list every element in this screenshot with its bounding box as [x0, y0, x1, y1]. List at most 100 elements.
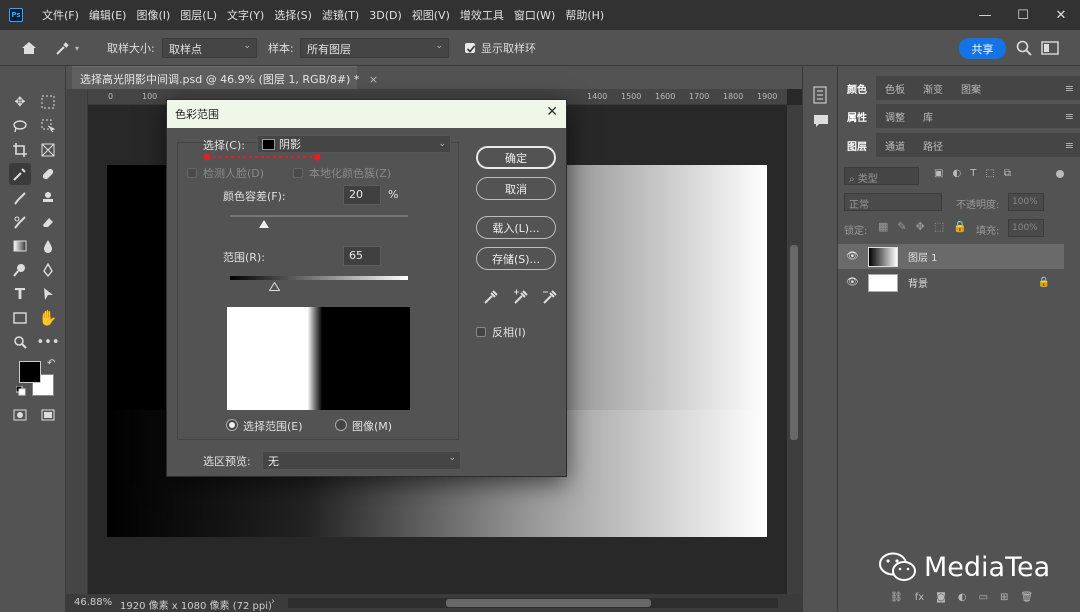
localized-clusters-checkbox[interactable] — [293, 168, 303, 178]
selection-preview-select[interactable]: 无 ⌄ — [262, 451, 461, 470]
sample-size-select[interactable]: 取样点 ⌄ — [162, 38, 257, 58]
menu-type[interactable]: 文字(Y) — [222, 7, 269, 23]
cancel-button[interactable]: 取消 — [476, 177, 556, 200]
sample-select[interactable]: 所有图层 ⌄ — [300, 38, 449, 58]
layer-row[interactable]: 👁 图层 1 — [838, 244, 1064, 269]
eraser-tool-icon[interactable] — [37, 211, 59, 233]
menu-view[interactable]: 视图(V) — [407, 7, 455, 23]
tab-channels[interactable]: 通道 — [876, 133, 914, 157]
range-slider-track[interactable] — [230, 276, 408, 280]
close-window-button[interactable]: ✕ — [1042, 0, 1080, 30]
add-mask-icon[interactable]: ◙ — [936, 592, 946, 606]
smart-object-filter-icon[interactable]: ⧉ — [1004, 168, 1011, 184]
type-filter-icon[interactable]: T — [970, 168, 976, 184]
path-select-tool-icon[interactable] — [37, 283, 59, 305]
lock-all-icon[interactable]: 🔒 — [953, 220, 967, 233]
tab-properties[interactable]: 属性 — [838, 104, 876, 128]
new-group-icon[interactable]: ▭ — [979, 592, 988, 606]
type-tool-icon[interactable]: T — [9, 283, 31, 305]
selection-preview-image[interactable] — [227, 307, 410, 410]
scrollbar-thumb[interactable] — [790, 245, 798, 440]
object-select-tool-icon[interactable] — [37, 115, 59, 137]
brush-tool-icon[interactable] — [9, 187, 31, 209]
eyedropper-plus-icon[interactable] — [513, 289, 529, 305]
marquee-tool-icon[interactable] — [37, 91, 59, 113]
tab-libraries[interactable]: 库 — [914, 104, 942, 128]
menu-file[interactable]: 文件(F) — [37, 7, 84, 23]
fuzziness-input[interactable]: 20 — [343, 185, 381, 205]
tab-swatches[interactable]: 色板 — [876, 76, 914, 100]
menu-layer[interactable]: 图层(L) — [175, 7, 222, 23]
panel-menu-icon[interactable]: ≡ — [1065, 82, 1074, 95]
screen-mode-icon[interactable] — [37, 404, 59, 426]
menu-image[interactable]: 图像(I) — [131, 7, 175, 23]
ok-button[interactable]: 确定 — [476, 146, 556, 169]
gradient-tool-icon[interactable] — [9, 235, 31, 257]
blend-mode-select[interactable]: 正常 — [844, 193, 942, 211]
eyedropper-icon[interactable] — [483, 289, 499, 305]
link-layers-icon[interactable]: ⛓ — [890, 592, 903, 606]
move-tool-icon[interactable]: ✥ — [9, 91, 31, 113]
workspace-icon[interactable] — [1041, 40, 1059, 56]
healing-brush-tool-icon[interactable] — [37, 163, 59, 185]
frame-tool-icon[interactable] — [37, 139, 59, 161]
rectangle-tool-icon[interactable] — [9, 307, 31, 329]
eyedropper-minus-icon[interactable] — [542, 289, 558, 305]
opacity-input[interactable]: 100% — [1008, 193, 1044, 211]
tab-gradients[interactable]: 渐变 — [914, 76, 952, 100]
panel-menu-icon[interactable]: ≡ — [1065, 110, 1074, 123]
tab-patterns[interactable]: 图案 — [952, 76, 990, 100]
selection-radio[interactable] — [226, 419, 238, 431]
shape-filter-icon[interactable]: ⬚ — [985, 168, 994, 184]
eyedropper-tool-icon[interactable] — [9, 163, 31, 185]
history-panel-icon[interactable] — [813, 86, 827, 104]
quick-mask-icon[interactable] — [9, 404, 31, 426]
lock-transparency-icon[interactable]: ▦ — [878, 220, 888, 233]
layer-row[interactable]: 👁 背景 🔒 — [838, 270, 1064, 295]
image-radio[interactable] — [335, 419, 347, 431]
hand-tool-icon[interactable]: ✋ — [37, 307, 59, 329]
dialog-titlebar[interactable]: 色彩范围 ✕ — [167, 100, 566, 128]
crop-tool-icon[interactable] — [9, 139, 31, 161]
default-colors-icon[interactable] — [15, 385, 26, 396]
adjustment-filter-icon[interactable]: ◐ — [952, 168, 961, 184]
range-slider-handle[interactable] — [268, 281, 281, 291]
invert-checkbox[interactable] — [476, 327, 486, 337]
horizontal-scrollbar[interactable] — [288, 598, 778, 608]
more-tools-icon[interactable]: ••• — [37, 331, 60, 353]
range-input[interactable]: 65 — [343, 246, 381, 266]
panel-menu-icon[interactable]: ≡ — [1065, 139, 1074, 152]
status-menu-arrow-icon[interactable]: › — [271, 596, 275, 607]
new-layer-icon[interactable]: ⊞ — [1000, 592, 1008, 606]
delete-layer-icon[interactable]: 🗑 — [1020, 592, 1033, 606]
zoom-tool-icon[interactable] — [9, 331, 31, 353]
menu-select[interactable]: 选择(S) — [269, 7, 317, 23]
tab-layers[interactable]: 图层 — [838, 133, 876, 157]
menu-plugins[interactable]: 增效工具 — [455, 7, 509, 23]
fill-input[interactable]: 100% — [1008, 219, 1044, 237]
fuzziness-slider-track[interactable] — [230, 215, 408, 217]
vertical-ruler[interactable] — [66, 89, 88, 594]
comment-panel-icon[interactable] — [813, 114, 829, 128]
lock-position-icon[interactable]: ✥ — [916, 220, 925, 233]
close-tab-icon[interactable]: × — [369, 73, 378, 86]
maximize-button[interactable]: ☐ — [1004, 0, 1042, 30]
fx-icon[interactable]: fx — [915, 592, 924, 606]
lock-pixels-icon[interactable]: ✎ — [897, 220, 906, 233]
tab-paths[interactable]: 路径 — [914, 133, 952, 157]
tab-adjustments[interactable]: 调整 — [876, 104, 914, 128]
filter-toggle-icon[interactable] — [1056, 170, 1064, 178]
save-button[interactable]: 存储(S)... — [476, 247, 556, 270]
search-icon[interactable] — [1015, 39, 1033, 57]
menu-edit[interactable]: 编辑(E) — [84, 7, 132, 23]
lasso-tool-icon[interactable] — [9, 115, 31, 137]
document-info[interactable]: 1920 像素 x 1080 像素 (72 ppi) — [120, 597, 272, 612]
minimize-button[interactable]: — — [966, 0, 1004, 30]
menu-3d[interactable]: 3D(D) — [364, 9, 407, 22]
pixel-filter-icon[interactable]: ▣ — [934, 168, 943, 184]
foreground-color-swatch[interactable] — [19, 361, 41, 383]
menu-help[interactable]: 帮助(H) — [560, 7, 609, 23]
detect-faces-checkbox[interactable] — [187, 168, 197, 178]
pen-tool-icon[interactable] — [37, 259, 59, 281]
tab-color[interactable]: 颜色 — [838, 76, 876, 100]
